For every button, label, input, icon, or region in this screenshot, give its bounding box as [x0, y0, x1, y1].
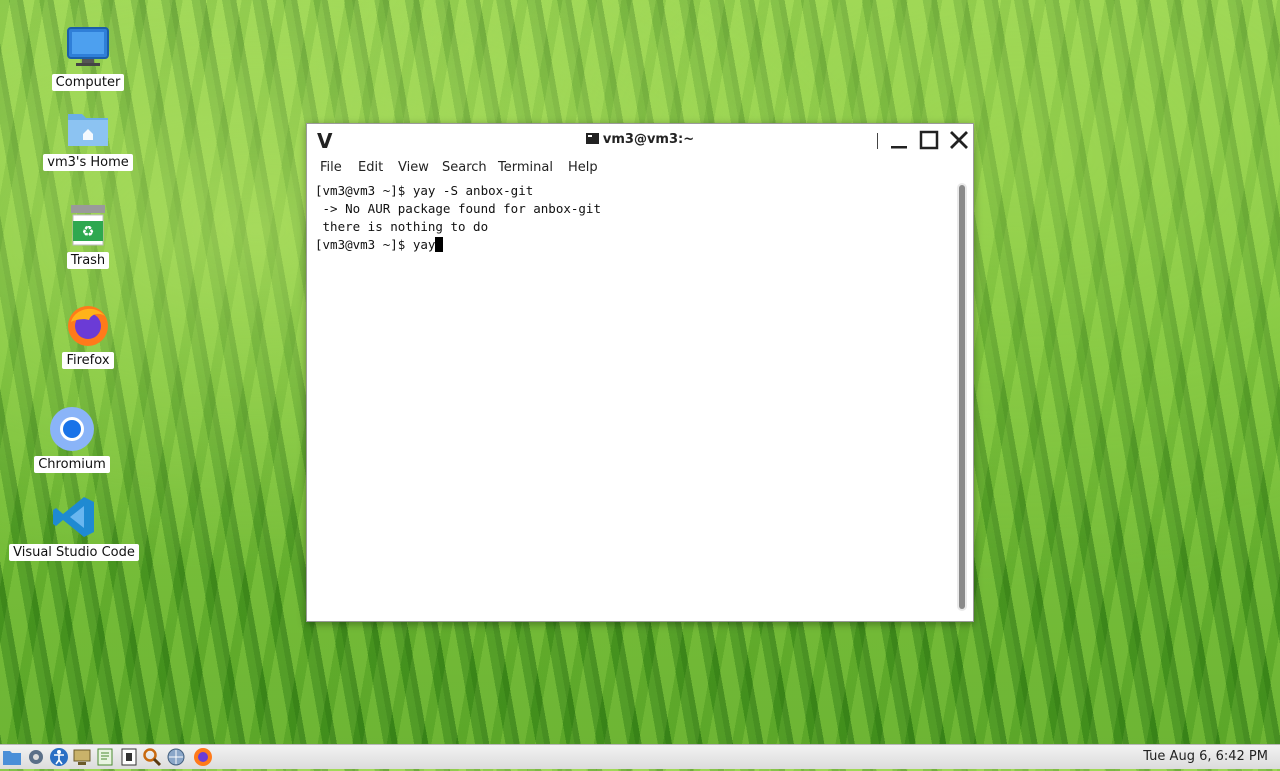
vertical-scrollbar[interactable] [957, 183, 967, 611]
editor-icon [97, 748, 113, 766]
settings-launcher[interactable] [26, 747, 46, 767]
desktop-icon-label: Chromium [34, 456, 110, 473]
terminal-line: -> No AUR package found for anbox-git [315, 201, 601, 216]
firefox-icon [65, 302, 111, 348]
svg-text:♻: ♻ [82, 224, 95, 240]
text-editor-launcher[interactable] [95, 747, 115, 767]
network-launcher[interactable] [166, 747, 186, 767]
desktop-icon-trash[interactable]: ♻ Trash [23, 202, 153, 269]
menu-search[interactable]: Search [442, 160, 487, 175]
terminal-line: [vm3@vm3 ~]$ yay -S anbox-git [315, 183, 534, 198]
desktop-icon-label: Firefox [62, 352, 114, 369]
tools-icon [29, 750, 43, 764]
menu-help[interactable]: Help [568, 160, 598, 175]
title-bar[interactable]: V vm3@vm3:~ [307, 124, 973, 156]
monitor-icon [73, 749, 91, 765]
close-button[interactable] [947, 128, 971, 152]
system-monitor-launcher[interactable] [72, 747, 92, 767]
firefox-taskbar-icon [194, 748, 212, 766]
firefox-launcher[interactable] [193, 747, 213, 767]
minimize-icon [891, 146, 907, 149]
terminal-icon [585, 133, 599, 144]
search-icon [143, 748, 162, 767]
scrollbar-thumb[interactable] [959, 185, 965, 609]
window-title-wrap: vm3@vm3:~ [307, 132, 973, 147]
menu-file[interactable]: File [320, 160, 342, 175]
titlebar-separator [877, 133, 878, 149]
desktop-icon-firefox[interactable]: Firefox [23, 302, 153, 369]
home-folder-icon [65, 104, 111, 150]
desktop-icon-vscode[interactable]: Visual Studio Code [9, 494, 139, 561]
text-cursor [435, 237, 444, 252]
clock[interactable]: Tue Aug 6, 6:42 PM [1143, 749, 1268, 764]
desktop-icon-computer[interactable]: Computer [23, 24, 153, 91]
menu-view[interactable]: View [398, 160, 429, 175]
maximize-button[interactable] [917, 128, 941, 152]
desktop-icon-label: Computer [51, 74, 125, 91]
file-manager-launcher[interactable] [2, 747, 22, 767]
window-title: vm3@vm3:~ [602, 132, 695, 147]
trash-icon: ♻ [65, 202, 111, 248]
maximize-icon [919, 130, 939, 150]
vscode-icon [51, 494, 97, 540]
search-launcher[interactable] [142, 747, 162, 767]
accessibility-launcher[interactable] [49, 747, 69, 767]
terminal-window: V vm3@vm3:~ File Edit View Search Termin… [306, 123, 974, 622]
terminal-line: there is nothing to do [315, 219, 489, 234]
terminal-launcher-icon [121, 748, 137, 766]
terminal-launcher[interactable] [119, 747, 139, 767]
desktop-icon-label: Trash [66, 252, 110, 269]
taskbar: Tue Aug 6, 6:42 PM [0, 744, 1280, 769]
desktop-icon-label: vm3's Home [43, 154, 133, 171]
close-icon [950, 131, 968, 149]
terminal-current-input: [vm3@vm3 ~]$ yay [315, 237, 436, 252]
computer-icon [65, 24, 111, 70]
folder-icon [3, 751, 21, 765]
minimize-button[interactable] [887, 128, 911, 152]
menu-bar: File Edit View Search Terminal Help [307, 156, 973, 180]
accessibility-icon [50, 748, 68, 766]
chromium-icon [49, 406, 95, 452]
terminal-area[interactable]: [vm3@vm3 ~]$ yay -S anbox-git -> No AUR … [313, 181, 953, 611]
desktop-icon-label: Visual Studio Code [9, 544, 139, 561]
terminal-prompt-line: [vm3@vm3 ~]$ yay [315, 237, 444, 252]
desktop-icon-chromium[interactable]: Chromium [7, 406, 137, 473]
menu-edit[interactable]: Edit [358, 160, 383, 175]
network-icon [167, 748, 185, 766]
menu-terminal[interactable]: Terminal [498, 160, 553, 175]
desktop-icon-home[interactable]: vm3's Home [23, 104, 153, 171]
